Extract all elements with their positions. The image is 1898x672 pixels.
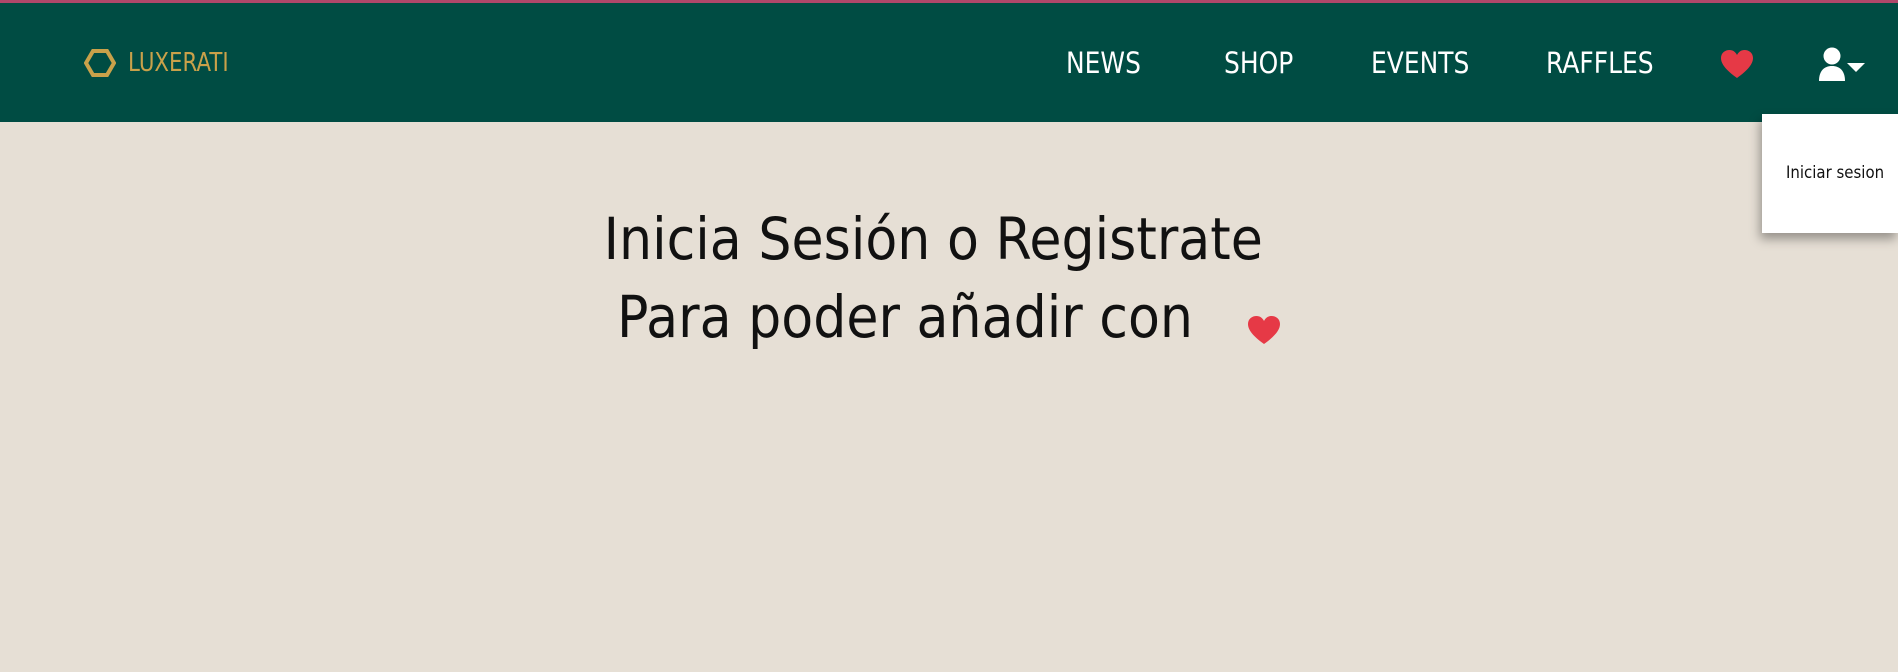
navbar: LUXERATI NEWS SHOP EVENTS RAFFLES	[0, 3, 1898, 122]
page-subtitle: Para poder añadir con	[0, 278, 1866, 356]
heart-icon	[1248, 316, 1281, 344]
nav-raffles-link[interactable]: RAFFLES	[1546, 46, 1654, 80]
brand-name: LUXERATI	[128, 48, 229, 78]
page-subtitle-text: Para poder añadir con	[616, 283, 1193, 351]
page-title-text: Inicia Sesión o Registrate	[603, 205, 1263, 273]
brand-link[interactable]: LUXERATI	[84, 43, 251, 83]
nav-events-link[interactable]: EVENTS	[1371, 46, 1469, 80]
user-dropdown-icon[interactable]	[1818, 47, 1868, 81]
hexagon-logo-icon	[84, 49, 116, 77]
nav-news-link[interactable]: NEWS	[1066, 46, 1141, 80]
nav-shop-link[interactable]: SHOP	[1224, 46, 1293, 80]
heart-icon[interactable]	[1720, 49, 1754, 79]
login-menu-item[interactable]: Iniciar sesion	[1786, 163, 1884, 183]
page-title: Inicia Sesión o Registrate	[0, 200, 1866, 278]
hero: Inicia Sesión o Registrate Para poder añ…	[0, 200, 1866, 356]
